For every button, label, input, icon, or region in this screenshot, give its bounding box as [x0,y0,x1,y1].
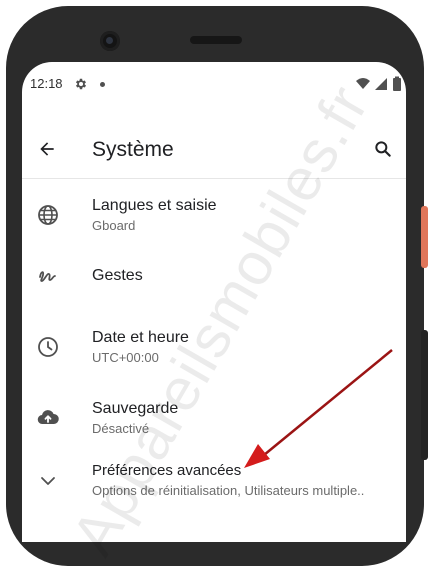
setting-item-title: Préférences avancées [92,462,242,479]
setting-item-summary: Désactivé [92,421,150,436]
volume-button [421,330,428,460]
back-button[interactable] [34,136,60,162]
signal-icon [375,78,387,90]
setting-item-summary: Options de réinitialisation, Utilisateur… [92,483,365,498]
setting-item-title: Date et heure [92,329,189,346]
wifi-icon [356,78,370,89]
earpiece-speaker [190,36,242,44]
page-title: Système [92,138,174,161]
search-icon [375,141,391,157]
clock-icon [38,337,58,357]
notification-dot [100,82,105,87]
setting-item-summary: Gboard [92,218,136,233]
setting-item-title: Sauvegarde [92,400,179,417]
status-bar: 12:18 [22,62,406,108]
status-time: 12:18 [30,76,63,91]
gesture-icon [39,271,56,282]
setting-item-backup[interactable]: Sauvegarde Désactivé [22,383,406,453]
cloud-upload-icon [37,410,59,425]
status-icons [356,76,401,91]
setting-item-gestures[interactable]: Gestes [22,249,406,319]
settings-gear-icon [75,78,87,90]
setting-item-languages[interactable]: Langues et saisie Gboard [22,179,406,249]
power-button [421,206,428,268]
setting-item-title: Langues et saisie [92,197,217,214]
app-bar: Système [22,108,406,172]
search-button[interactable] [370,136,396,162]
setting-item-summary: UTC+00:00 [92,350,159,365]
setting-item-title: Gestes [92,267,143,284]
setting-item-advanced[interactable]: Préférences avancées Options de réinitia… [22,452,406,522]
battery-icon [393,76,401,91]
phone-screen: 12:18 Système Langues et saisie Gboard G… [22,62,406,542]
globe-icon [38,205,58,225]
back-arrow-icon [40,142,54,156]
front-camera [100,31,120,51]
chevron-down-icon [41,477,55,485]
setting-item-date-time[interactable]: Date et heure UTC+00:00 [22,313,406,383]
